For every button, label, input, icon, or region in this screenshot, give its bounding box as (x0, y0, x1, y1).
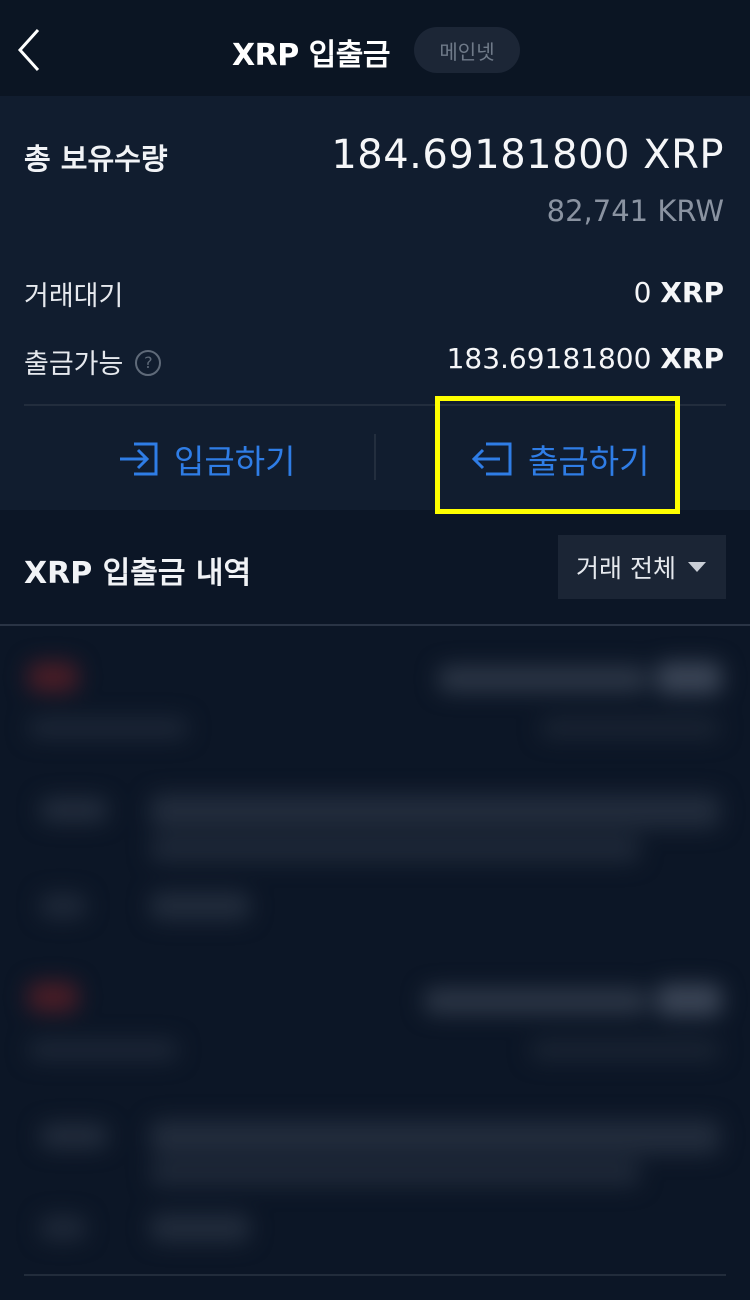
login-arrow-icon (120, 442, 158, 476)
blurred-field-value (150, 1214, 250, 1242)
deposit-button[interactable]: 입금하기 (118, 426, 295, 492)
blurred-field-label (40, 1216, 86, 1240)
blurred-field-value (150, 1120, 720, 1154)
withdrawable-label: 출금가능 (24, 349, 124, 380)
screen: XRP 입출금 메인넷 총 보유수량 184.69181800 XRP 82,7… (0, 0, 750, 1300)
blurred-unit (656, 984, 722, 1016)
blurred-status-badge (28, 982, 78, 1012)
withdrawable-row-label: 출금가능? (24, 342, 162, 381)
blurred-field-value (150, 836, 640, 862)
blurred-date (28, 1040, 178, 1060)
withdrawable-value: 183.69181800 XRP (447, 342, 724, 375)
withdraw-highlight-box (435, 396, 680, 514)
blurred-field-label (40, 798, 108, 822)
top-nav-bar: XRP 입출금 메인넷 (0, 0, 750, 96)
total-holdings-label: 총 보유수량 (24, 142, 168, 176)
list-bottom-divider (24, 1274, 726, 1276)
total-holdings-krw: 82,741 KRW (546, 194, 724, 228)
history-title: XRP 입출금 내역 (24, 556, 252, 591)
withdrawable-unit: XRP (660, 342, 724, 375)
blurred-field-label (40, 1124, 108, 1148)
total-holdings-amount: 184.69181800 XRP (331, 132, 724, 178)
pending-unit: XRP (660, 276, 724, 309)
triangle-down-icon (687, 562, 706, 572)
blurred-date (28, 718, 188, 738)
blurred-sub (530, 1040, 720, 1060)
pending-amount: 0 (633, 276, 652, 309)
blurred-amount (424, 988, 648, 1014)
history-filter-dropdown[interactable]: 거래 전체 (558, 535, 726, 599)
pending-value: 0 XRP (634, 276, 724, 309)
history-filter-label: 거래 전체 (576, 554, 676, 583)
blurred-amount (438, 666, 648, 692)
question-circle-icon[interactable]: ? (135, 349, 162, 376)
blurred-field-value (150, 1160, 640, 1186)
page-title: XRP 입출금 (232, 38, 390, 73)
blurred-unit (656, 662, 722, 694)
blurred-status-badge (28, 662, 78, 692)
blurred-history-list (0, 626, 750, 1300)
blurred-field-value (150, 892, 250, 920)
chevron-left-icon (17, 28, 40, 72)
blurred-sub (540, 718, 720, 738)
action-separator (374, 434, 376, 480)
blurred-field-label (40, 894, 86, 918)
deposit-label: 입금하기 (174, 442, 296, 481)
back-button[interactable] (8, 20, 52, 80)
pending-label: 거래대기 (24, 281, 124, 312)
withdrawable-amount: 183.69181800 (446, 342, 652, 375)
blurred-field-value (150, 794, 720, 828)
network-badge: 메인넷 (414, 27, 520, 73)
